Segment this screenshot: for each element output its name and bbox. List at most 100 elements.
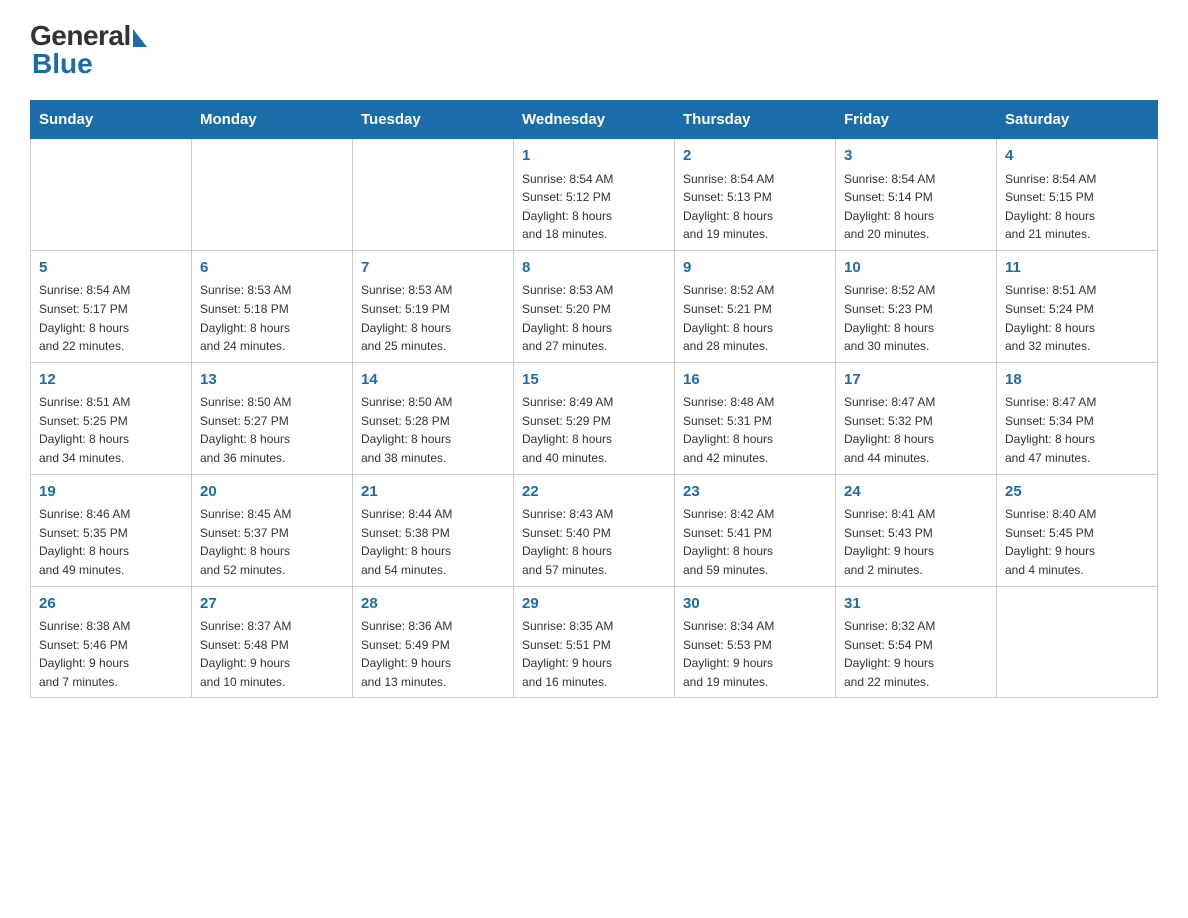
day-info: Sunrise: 8:53 AMSunset: 5:20 PMDaylight:… — [522, 281, 666, 355]
day-number: 10 — [844, 257, 988, 280]
day-info: Sunrise: 8:42 AMSunset: 5:41 PMDaylight:… — [683, 505, 827, 579]
day-info: Sunrise: 8:51 AMSunset: 5:25 PMDaylight:… — [39, 393, 183, 467]
calendar-cell: 1Sunrise: 8:54 AMSunset: 5:12 PMDaylight… — [514, 139, 675, 251]
day-info: Sunrise: 8:47 AMSunset: 5:34 PMDaylight:… — [1005, 393, 1149, 467]
day-number: 7 — [361, 257, 505, 280]
calendar-cell — [192, 139, 353, 251]
day-number: 11 — [1005, 257, 1149, 280]
calendar-cell: 5Sunrise: 8:54 AMSunset: 5:17 PMDaylight… — [31, 250, 192, 362]
day-number: 27 — [200, 593, 344, 616]
calendar-cell: 29Sunrise: 8:35 AMSunset: 5:51 PMDayligh… — [514, 586, 675, 698]
day-number: 2 — [683, 145, 827, 168]
col-sunday: Sunday — [31, 101, 192, 139]
day-number: 20 — [200, 481, 344, 504]
day-info: Sunrise: 8:53 AMSunset: 5:18 PMDaylight:… — [200, 281, 344, 355]
calendar-cell: 16Sunrise: 8:48 AMSunset: 5:31 PMDayligh… — [675, 362, 836, 474]
day-info: Sunrise: 8:46 AMSunset: 5:35 PMDaylight:… — [39, 505, 183, 579]
day-info: Sunrise: 8:51 AMSunset: 5:24 PMDaylight:… — [1005, 281, 1149, 355]
day-info: Sunrise: 8:38 AMSunset: 5:46 PMDaylight:… — [39, 617, 183, 691]
day-number: 5 — [39, 257, 183, 280]
day-number: 22 — [522, 481, 666, 504]
day-number: 23 — [683, 481, 827, 504]
days-of-week-row: Sunday Monday Tuesday Wednesday Thursday… — [31, 101, 1158, 139]
day-number: 28 — [361, 593, 505, 616]
calendar-cell: 2Sunrise: 8:54 AMSunset: 5:13 PMDaylight… — [675, 139, 836, 251]
week-row-2: 5Sunrise: 8:54 AMSunset: 5:17 PMDaylight… — [31, 250, 1158, 362]
calendar-cell: 21Sunrise: 8:44 AMSunset: 5:38 PMDayligh… — [353, 474, 514, 586]
day-number: 8 — [522, 257, 666, 280]
day-number: 24 — [844, 481, 988, 504]
day-number: 12 — [39, 369, 183, 392]
calendar-cell: 14Sunrise: 8:50 AMSunset: 5:28 PMDayligh… — [353, 362, 514, 474]
calendar-cell: 17Sunrise: 8:47 AMSunset: 5:32 PMDayligh… — [836, 362, 997, 474]
day-number: 4 — [1005, 145, 1149, 168]
col-saturday: Saturday — [997, 101, 1158, 139]
day-info: Sunrise: 8:40 AMSunset: 5:45 PMDaylight:… — [1005, 505, 1149, 579]
calendar-cell: 27Sunrise: 8:37 AMSunset: 5:48 PMDayligh… — [192, 586, 353, 698]
calendar-cell: 18Sunrise: 8:47 AMSunset: 5:34 PMDayligh… — [997, 362, 1158, 474]
calendar-cell: 22Sunrise: 8:43 AMSunset: 5:40 PMDayligh… — [514, 474, 675, 586]
calendar-cell: 26Sunrise: 8:38 AMSunset: 5:46 PMDayligh… — [31, 586, 192, 698]
day-info: Sunrise: 8:54 AMSunset: 5:12 PMDaylight:… — [522, 170, 666, 244]
day-info: Sunrise: 8:54 AMSunset: 5:14 PMDaylight:… — [844, 170, 988, 244]
day-number: 21 — [361, 481, 505, 504]
day-info: Sunrise: 8:32 AMSunset: 5:54 PMDaylight:… — [844, 617, 988, 691]
calendar-cell: 4Sunrise: 8:54 AMSunset: 5:15 PMDaylight… — [997, 139, 1158, 251]
calendar-cell: 10Sunrise: 8:52 AMSunset: 5:23 PMDayligh… — [836, 250, 997, 362]
day-info: Sunrise: 8:45 AMSunset: 5:37 PMDaylight:… — [200, 505, 344, 579]
day-number: 6 — [200, 257, 344, 280]
calendar-cell: 7Sunrise: 8:53 AMSunset: 5:19 PMDaylight… — [353, 250, 514, 362]
col-monday: Monday — [192, 101, 353, 139]
calendar-cell — [31, 139, 192, 251]
week-row-1: 1Sunrise: 8:54 AMSunset: 5:12 PMDaylight… — [31, 139, 1158, 251]
logo-blue-text: Blue — [32, 48, 93, 80]
col-thursday: Thursday — [675, 101, 836, 139]
calendar-cell: 20Sunrise: 8:45 AMSunset: 5:37 PMDayligh… — [192, 474, 353, 586]
calendar-cell: 19Sunrise: 8:46 AMSunset: 5:35 PMDayligh… — [31, 474, 192, 586]
day-info: Sunrise: 8:49 AMSunset: 5:29 PMDaylight:… — [522, 393, 666, 467]
col-tuesday: Tuesday — [353, 101, 514, 139]
day-info: Sunrise: 8:52 AMSunset: 5:21 PMDaylight:… — [683, 281, 827, 355]
day-info: Sunrise: 8:54 AMSunset: 5:17 PMDaylight:… — [39, 281, 183, 355]
day-info: Sunrise: 8:54 AMSunset: 5:15 PMDaylight:… — [1005, 170, 1149, 244]
day-info: Sunrise: 8:54 AMSunset: 5:13 PMDaylight:… — [683, 170, 827, 244]
calendar-cell: 3Sunrise: 8:54 AMSunset: 5:14 PMDaylight… — [836, 139, 997, 251]
logo-arrow-icon — [133, 29, 147, 47]
week-row-3: 12Sunrise: 8:51 AMSunset: 5:25 PMDayligh… — [31, 362, 1158, 474]
day-number: 30 — [683, 593, 827, 616]
week-row-5: 26Sunrise: 8:38 AMSunset: 5:46 PMDayligh… — [31, 586, 1158, 698]
day-number: 25 — [1005, 481, 1149, 504]
day-info: Sunrise: 8:34 AMSunset: 5:53 PMDaylight:… — [683, 617, 827, 691]
day-number: 19 — [39, 481, 183, 504]
day-number: 29 — [522, 593, 666, 616]
calendar-cell: 23Sunrise: 8:42 AMSunset: 5:41 PMDayligh… — [675, 474, 836, 586]
calendar-cell — [997, 586, 1158, 698]
day-number: 15 — [522, 369, 666, 392]
calendar-cell: 8Sunrise: 8:53 AMSunset: 5:20 PMDaylight… — [514, 250, 675, 362]
day-number: 13 — [200, 369, 344, 392]
day-info: Sunrise: 8:50 AMSunset: 5:27 PMDaylight:… — [200, 393, 344, 467]
week-row-4: 19Sunrise: 8:46 AMSunset: 5:35 PMDayligh… — [31, 474, 1158, 586]
day-number: 17 — [844, 369, 988, 392]
calendar-cell: 13Sunrise: 8:50 AMSunset: 5:27 PMDayligh… — [192, 362, 353, 474]
day-number: 16 — [683, 369, 827, 392]
calendar-cell: 24Sunrise: 8:41 AMSunset: 5:43 PMDayligh… — [836, 474, 997, 586]
day-info: Sunrise: 8:48 AMSunset: 5:31 PMDaylight:… — [683, 393, 827, 467]
calendar-cell — [353, 139, 514, 251]
calendar-cell: 9Sunrise: 8:52 AMSunset: 5:21 PMDaylight… — [675, 250, 836, 362]
day-info: Sunrise: 8:37 AMSunset: 5:48 PMDaylight:… — [200, 617, 344, 691]
logo: General Blue — [30, 20, 147, 80]
day-info: Sunrise: 8:35 AMSunset: 5:51 PMDaylight:… — [522, 617, 666, 691]
calendar-cell: 6Sunrise: 8:53 AMSunset: 5:18 PMDaylight… — [192, 250, 353, 362]
page-header: General Blue — [30, 20, 1158, 80]
day-info: Sunrise: 8:44 AMSunset: 5:38 PMDaylight:… — [361, 505, 505, 579]
day-info: Sunrise: 8:52 AMSunset: 5:23 PMDaylight:… — [844, 281, 988, 355]
col-wednesday: Wednesday — [514, 101, 675, 139]
calendar-cell: 11Sunrise: 8:51 AMSunset: 5:24 PMDayligh… — [997, 250, 1158, 362]
calendar-cell: 31Sunrise: 8:32 AMSunset: 5:54 PMDayligh… — [836, 586, 997, 698]
day-number: 14 — [361, 369, 505, 392]
calendar-cell: 30Sunrise: 8:34 AMSunset: 5:53 PMDayligh… — [675, 586, 836, 698]
day-number: 18 — [1005, 369, 1149, 392]
day-info: Sunrise: 8:43 AMSunset: 5:40 PMDaylight:… — [522, 505, 666, 579]
day-info: Sunrise: 8:36 AMSunset: 5:49 PMDaylight:… — [361, 617, 505, 691]
